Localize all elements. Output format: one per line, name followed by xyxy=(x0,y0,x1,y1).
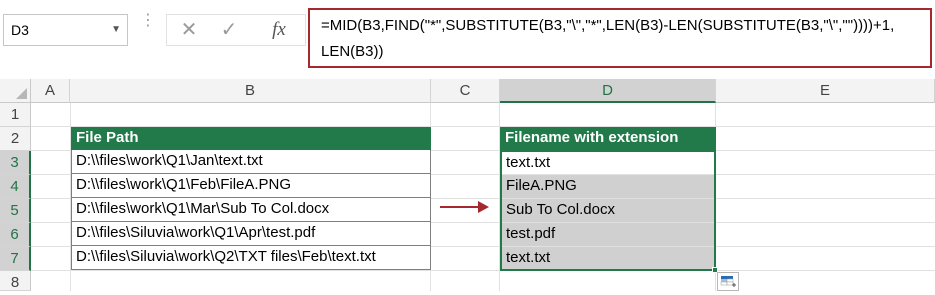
name-box[interactable]: D3 ▼ xyxy=(3,14,128,46)
select-all-corner[interactable] xyxy=(0,79,31,103)
row-header-6[interactable]: 6 xyxy=(0,223,31,247)
arrow xyxy=(440,206,480,208)
chevron-down-icon[interactable]: ▼ xyxy=(111,15,121,45)
name-box-value: D3 xyxy=(11,22,29,38)
row-header-7[interactable]: 7 xyxy=(0,247,31,271)
table-row[interactable]: D:\\files\work\Q1\Jan\text.txt xyxy=(71,150,431,174)
row-header-4[interactable]: 4 xyxy=(0,175,31,199)
column-header-e[interactable]: E xyxy=(716,79,935,103)
table-row[interactable]: D:\\files\Siluvia\work\Q1\Apr\test.pdf xyxy=(71,222,431,246)
gridline xyxy=(31,270,935,271)
formula-input[interactable]: =MID(B3,FIND("*",SUBSTITUTE(B3,"\","*",L… xyxy=(308,8,932,68)
selection-range xyxy=(500,150,716,271)
table-row[interactable]: D:\\files\work\Q1\Mar\Sub To Col.docx xyxy=(71,198,431,222)
column-header-b[interactable]: B xyxy=(70,79,431,103)
column-header-a[interactable]: A xyxy=(31,79,70,103)
drag-handle-icon[interactable]: ⋮ xyxy=(140,13,156,44)
row-header-3[interactable]: 3 xyxy=(0,151,31,175)
row-header-5[interactable]: 5 xyxy=(0,199,31,223)
row-header-1[interactable]: 1 xyxy=(0,103,31,127)
formula-bar-area: D3 ▼ ⋮ ✕ ✓ fx =MID(B3,FIND("*",SUBSTITUT… xyxy=(0,0,935,78)
formula-buttons: ✕ ✓ fx xyxy=(166,14,306,46)
row-header-8[interactable]: 8 xyxy=(0,271,31,291)
table-row[interactable]: D:\\files\work\Q1\Feb\FileA.PNG xyxy=(71,174,431,198)
select-all-icon xyxy=(16,88,27,99)
arrow-head-icon xyxy=(478,201,489,213)
cancel-icon[interactable]: ✕ xyxy=(171,15,207,45)
column-header-d[interactable]: D xyxy=(500,79,716,103)
check-icon[interactable]: ✓ xyxy=(211,15,247,45)
quick-analysis-button[interactable] xyxy=(717,272,739,291)
insert-function-icon[interactable]: fx xyxy=(261,15,297,45)
row-header-2[interactable]: 2 xyxy=(0,127,31,151)
filename-header[interactable]: Filename with extension xyxy=(500,127,716,150)
column-header-c[interactable]: C xyxy=(431,79,500,103)
table-row[interactable]: D:\\files\Siluvia\work\Q2\TXT files\Feb\… xyxy=(71,246,431,270)
quick-analysis-icon xyxy=(720,276,736,287)
file-path-header[interactable]: File Path xyxy=(71,127,431,150)
